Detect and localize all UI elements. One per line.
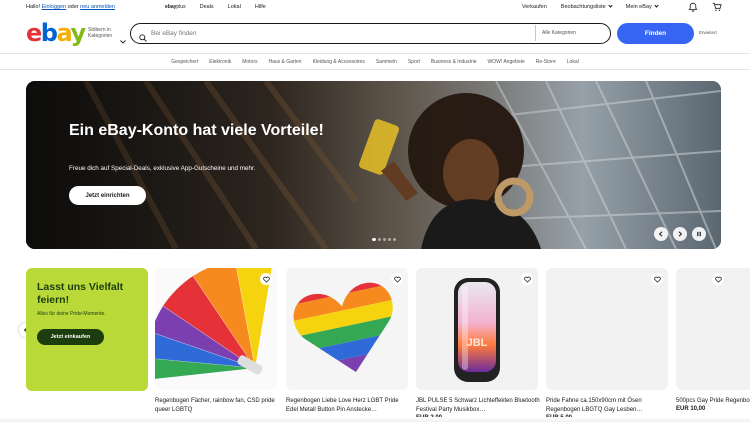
nav-item-lokal[interactable]: Lokal [567, 59, 579, 65]
nav-item-elektronik[interactable]: Elektronik [209, 59, 231, 65]
product-image[interactable] [546, 268, 668, 390]
product-title[interactable]: 500pcs Gay Pride Regenbogen… [676, 397, 750, 406]
product-title[interactable]: Regenbogen Liebe Love Herz LGBT Pride Ed… [286, 397, 410, 415]
login-link[interactable]: Einloggen [42, 4, 66, 10]
deals-link[interactable]: Deals [200, 4, 214, 10]
nav-item-business[interactable]: Business & Industrie [431, 59, 477, 65]
slide-dot[interactable] [388, 238, 391, 241]
heart-icon [393, 276, 401, 283]
ebayplus-link[interactable]: ebayplus [165, 4, 186, 10]
search-icon [139, 29, 147, 47]
cart-icon[interactable] [712, 2, 722, 14]
browse-label: Stöbern in Kategorien [88, 27, 113, 39]
pride-promo-card: Lasst uns Vielfalt feiern! Alles für dei… [26, 268, 148, 391]
top-utility-bar: Hallo! Einloggen oder neu anmelden ebayp… [0, 0, 750, 15]
hero-cta-button[interactable]: Jetzt einrichten [69, 186, 146, 205]
heart-icon [714, 276, 722, 283]
product-card[interactable]: JBL JBL PULSE 5 Schwarz Lichteffekten Bl… [416, 268, 540, 421]
jbl-speaker-image: JBL [416, 268, 538, 390]
product-title[interactable]: Regenbogen Fächer, rainbow fan, CSD prid… [155, 397, 279, 415]
nav-item-kleidung[interactable]: Kleidung & Accessoires [313, 59, 365, 65]
product-title[interactable]: Pride Fahne ca.150x90cm mit Ösen Regenbo… [546, 397, 670, 415]
hero-banner: Ein eBay-Konto hat viele Vorteile! Freue… [26, 81, 721, 249]
nav-item-re-store[interactable]: Re-Store [536, 59, 556, 65]
nav-item-gespeichert[interactable]: Gespeichert [171, 59, 198, 65]
nav-item-sammeln[interactable]: Sammeln [376, 59, 397, 65]
product-card[interactable]: Regenbogen Fächer, rainbow fan, CSD prid… [155, 268, 277, 415]
heart-icon [653, 276, 661, 283]
product-image[interactable] [286, 268, 408, 390]
search-button[interactable]: Finden [617, 23, 694, 44]
chevron-right-icon [678, 231, 683, 237]
hero-subtitle: Freue dich auf Special-Deals, exklusive … [69, 165, 256, 172]
product-title[interactable]: JBL PULSE 5 Schwarz Lichteffekten Blueto… [416, 397, 540, 415]
rainbow-heart-pin-image [286, 268, 408, 390]
lokal-link[interactable]: Lokal [228, 4, 241, 10]
slide-dot[interactable] [393, 238, 396, 241]
ebay-logo[interactable]: ebay [26, 19, 86, 47]
browse-categories-button[interactable]: Stöbern in Kategorien [88, 27, 120, 39]
slide-dot[interactable] [372, 238, 376, 241]
chevron-down-icon [654, 3, 659, 8]
category-select[interactable]: Alle Kategorien [535, 25, 610, 41]
nav-item-sport[interactable]: Sport [408, 59, 420, 65]
chevron-down-icon [120, 31, 126, 49]
product-image[interactable] [155, 268, 277, 390]
heart-icon [523, 276, 531, 283]
watch-heart-button[interactable] [651, 273, 663, 285]
slide-dot[interactable] [383, 238, 386, 241]
rainbow-fan-image [155, 268, 277, 390]
slide-dot[interactable] [378, 238, 381, 241]
promo-text: Alles für deine Pride-Momente. [37, 311, 106, 317]
nav-item-haus-garten[interactable]: Haus & Garten [268, 59, 301, 65]
watch-heart-button[interactable] [391, 273, 403, 285]
or-text: oder [67, 4, 79, 10]
category-nav: Gespeichert Elektronik Motors Haus & Gar… [0, 53, 750, 70]
chevron-left-icon [658, 231, 663, 237]
hero-pause-button[interactable] [692, 227, 706, 241]
jbl-brand-mark: JBL [467, 337, 488, 349]
slide-indicator [372, 238, 396, 241]
advanced-search-link[interactable]: Erweitert [699, 30, 717, 35]
watch-heart-button[interactable] [712, 273, 724, 285]
hero-title: Ein eBay-Konto hat viele Vorteile! [69, 122, 324, 139]
promo-title: Lasst uns Vielfalt feiern! [37, 281, 124, 306]
search-input[interactable] [151, 27, 531, 40]
watchlist-menu[interactable]: Beobachtungsliste [561, 3, 613, 10]
bell-icon[interactable] [688, 2, 698, 14]
watch-heart-button[interactable] [521, 273, 533, 285]
hero-prev-button[interactable] [654, 227, 668, 241]
product-card[interactable]: 500pcs Gay Pride Regenbogen… EUR 10,00 [676, 268, 750, 412]
sell-link[interactable]: Verkaufen [522, 4, 547, 10]
product-price: EUR 10,00 [676, 406, 706, 412]
page-bottom-edge [0, 417, 750, 422]
promo-shop-button[interactable]: Jetzt einkaufen [37, 329, 104, 345]
product-image[interactable] [676, 268, 750, 390]
nav-item-wow-angebote[interactable]: WOW! Angebote [488, 59, 525, 65]
hero-next-button[interactable] [673, 227, 687, 241]
pause-icon [697, 231, 701, 237]
help-link[interactable]: Hilfe [255, 4, 266, 10]
chevron-down-icon [608, 3, 613, 8]
search-bar: Alle Kategorien [130, 23, 611, 44]
greeting-text: Hallo! [26, 4, 41, 10]
greeting-area: Hallo! Einloggen oder neu anmelden [26, 4, 129, 10]
product-image[interactable]: JBL [416, 268, 538, 390]
product-card[interactable]: Regenbogen Liebe Love Herz LGBT Pride Ed… [286, 268, 408, 415]
nav-item-motors[interactable]: Motors [242, 59, 257, 65]
register-link[interactable]: neu anmelden [80, 4, 115, 10]
myebay-menu[interactable]: Mein eBay [626, 3, 659, 10]
product-card[interactable]: Pride Fahne ca.150x90cm mit Ösen Regenbo… [546, 268, 668, 421]
watch-heart-button[interactable] [260, 273, 272, 285]
heart-icon [262, 276, 270, 283]
